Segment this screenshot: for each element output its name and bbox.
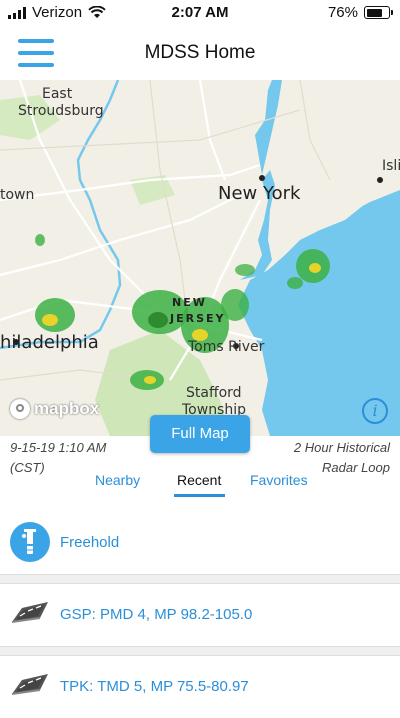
map-label-stafford: Stafford — [186, 385, 242, 401]
list-item-label: TPK: TMD 5, MP 75.5-80.97 — [60, 678, 249, 695]
status-right: 76% — [327, 4, 393, 21]
map-label-town: town — [0, 187, 35, 203]
list-item-gsp[interactable]: GSP: PMD 4, MP 98.2-105.0 — [0, 584, 400, 646]
full-map-button[interactable]: Full Map — [150, 415, 250, 453]
tab-recent[interactable]: Recent — [177, 472, 221, 488]
map-label-east: East — [42, 86, 73, 102]
list-item-tpk[interactable]: TPK: TMD 5, MP 75.5-80.97 — [0, 656, 400, 718]
map-label-new: NEW — [172, 296, 207, 309]
weather-station-icon — [10, 522, 50, 562]
list-item-label: GSP: PMD 4, MP 98.2-105.0 — [60, 606, 253, 623]
mapbox-logo: mapbox — [10, 399, 99, 419]
road-icon — [11, 674, 48, 695]
map-label-toms-river: Toms River — [188, 339, 265, 355]
battery-percent: 76% — [327, 4, 358, 21]
battery-icon — [364, 6, 393, 19]
active-tab-indicator — [174, 494, 225, 497]
mapbox-label: mapbox — [34, 399, 100, 418]
tab-bar: Nearby Recent Favorites — [0, 472, 400, 500]
map-label-stroudsburg: Stroudsburg — [18, 103, 104, 119]
road-icon — [11, 602, 48, 623]
mapbox-icon — [10, 399, 30, 419]
list-item-freehold[interactable]: Freehold — [0, 512, 400, 574]
map-label-philadelphia: hiladelphia — [0, 332, 99, 353]
info-icon[interactable]: i — [362, 398, 388, 424]
timestamp-line1: 9-15-19 1:10 AM — [10, 440, 107, 455]
map-label-new-york: New York — [218, 183, 301, 204]
map-label-isli: Isli — [382, 158, 400, 174]
page-title: MDSS Home — [144, 42, 256, 63]
tab-favorites[interactable]: Favorites — [250, 472, 308, 488]
list-separator — [0, 646, 400, 656]
tab-nearby[interactable]: Nearby — [95, 472, 140, 488]
radar-map[interactable]: East Stroudsburg town New York Isli NEW … — [0, 80, 400, 436]
nav-bar: MDSS Home — [0, 26, 400, 80]
map-canvas — [0, 80, 400, 436]
map-label-jersey: JERSEY — [170, 312, 226, 325]
loop-line1: 2 Hour Historical — [293, 440, 390, 455]
status-bar: Verizon 2:07 AM 76% — [0, 0, 400, 26]
list-item-label: Freehold — [60, 534, 120, 551]
list-separator — [0, 574, 400, 584]
